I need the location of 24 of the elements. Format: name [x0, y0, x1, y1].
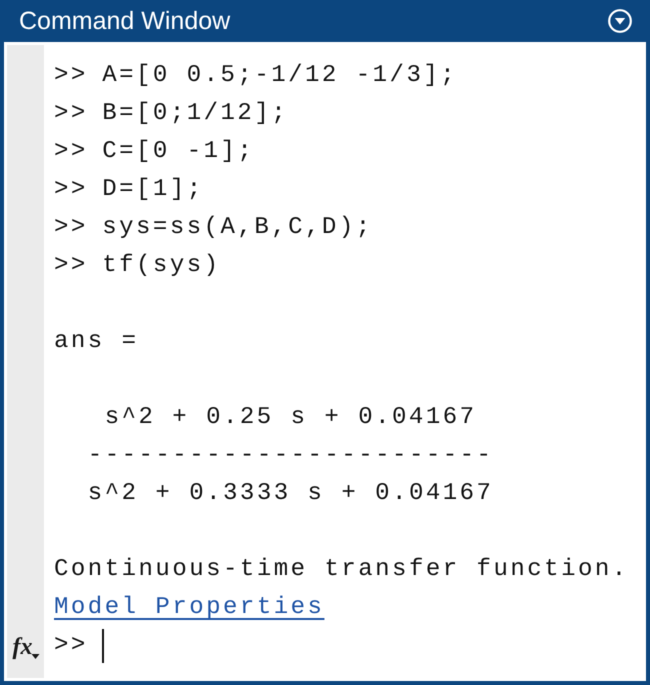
command-text: D=[1];	[102, 178, 204, 202]
command-text: B=[0;1/12];	[102, 102, 288, 126]
dropdown-icon[interactable]	[608, 9, 632, 33]
dashes-text: ------------------------	[88, 444, 494, 468]
description-text: Continuous-time transfer function.	[54, 558, 629, 582]
output-variable: ans =	[54, 330, 139, 354]
caret-icon	[31, 654, 40, 659]
prompt-symbol: >>	[54, 102, 88, 126]
prompt-symbol: >>	[54, 140, 88, 164]
prompt-symbol: >>	[54, 634, 88, 658]
denominator-text: s^2 + 0.3333 s + 0.04167	[88, 482, 494, 506]
prompt-symbol: >>	[54, 178, 88, 202]
numerator-text: s^2 + 0.25 s + 0.04167	[104, 406, 477, 430]
command-text: C=[0 -1];	[102, 140, 254, 164]
command-text: sys=ss(A,B,C,D);	[102, 216, 373, 240]
prompt-symbol: >>	[54, 254, 88, 278]
command-text: A=[0 0.5;-1/12 -1/3];	[102, 64, 458, 88]
text-cursor	[102, 629, 104, 663]
function-browser-button[interactable]: fx	[7, 628, 44, 666]
command-text: tf(sys)	[102, 254, 221, 278]
prompt-symbol: >>	[54, 64, 88, 88]
model-properties-link[interactable]: Model Properties	[54, 596, 324, 620]
prompt-symbol: >>	[54, 216, 88, 240]
window-title: Command Window	[19, 8, 230, 34]
